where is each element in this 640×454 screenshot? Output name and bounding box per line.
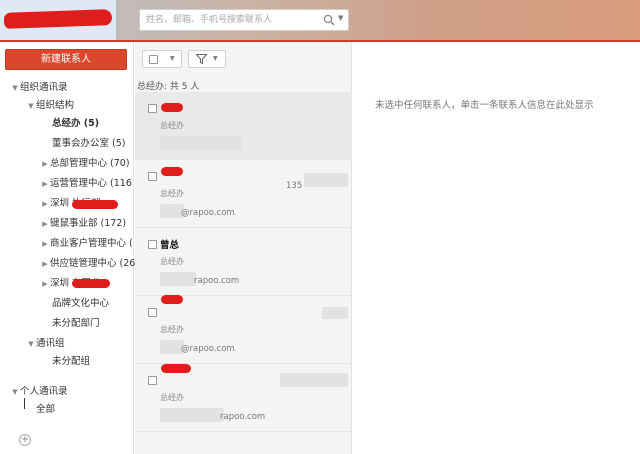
contact-email: rapoo.com <box>220 412 266 422</box>
tree-item-label: 通讯组 <box>36 338 65 349</box>
tree-item-label: 商业客户管理中心 ( <box>50 238 133 249</box>
redaction-mark <box>161 167 183 176</box>
blurred-phone <box>322 307 348 319</box>
expand-arrow-icon[interactable]: ▶ <box>40 196 50 212</box>
contact-dept: 总经办 <box>160 257 184 266</box>
contact-email: @rapoo.com <box>181 208 235 218</box>
tree-item-label: 董事会办公室 (5) <box>52 138 126 149</box>
blurred-email <box>160 272 196 286</box>
chevron-down-icon[interactable]: ▼ <box>213 55 218 62</box>
new-contact-button[interactable]: 新建联系人 <box>5 49 127 70</box>
tree-item-label: 总经办 (5) <box>52 118 100 129</box>
redaction-mark <box>161 364 191 373</box>
expand-arrow-icon[interactable]: ▶ <box>40 176 50 192</box>
contact-dept: 总经办 <box>160 393 184 402</box>
contact-phone: 135 <box>286 181 303 191</box>
expand-arrow-icon[interactable]: ▼ <box>10 384 20 400</box>
blurred-phone <box>280 373 348 387</box>
contact-email: rapoo.com <box>194 276 240 286</box>
tree-item-label: 供应链管理中心 (26 <box>50 258 136 269</box>
tree-item-label: 未分配部门 <box>52 318 100 329</box>
tree-item-label: 组织通讯录 <box>20 82 68 93</box>
contact-checkbox[interactable] <box>148 104 157 113</box>
contact-dept: 总经办 <box>160 325 184 334</box>
logo[interactable] <box>0 0 116 40</box>
contact-email: @rapoo.com <box>181 344 235 354</box>
expand-arrow-icon[interactable]: ▶ <box>40 156 50 172</box>
redaction-mark <box>3 9 113 29</box>
redaction-mark <box>72 200 118 209</box>
sidebar: 新建联系人 ▼ 组织通讯录 ▼ 组织结构 总经办 (5) 董事会办公室 (5) ▶ 总… <box>0 42 136 454</box>
top-header: ▼ <box>0 0 640 40</box>
tree-item-label: 未分配组 <box>52 356 91 367</box>
contact-item[interactable]: 总经办 @rapoo.com <box>135 295 352 364</box>
contact-checkbox[interactable] <box>148 240 157 249</box>
redaction-mark <box>161 103 183 112</box>
contact-checkbox[interactable] <box>148 308 157 317</box>
contact-item[interactable]: 总经办 <box>135 92 352 160</box>
add-icon[interactable]: + <box>19 434 31 446</box>
expand-arrow-icon[interactable]: ▼ <box>10 80 20 96</box>
expand-arrow-icon[interactable]: ▶ <box>40 276 50 292</box>
expand-arrow-icon[interactable]: ▼ <box>26 98 36 114</box>
expand-arrow-icon[interactable]: ▼ <box>26 336 36 352</box>
redaction-mark <box>161 295 183 304</box>
expand-arrow-icon[interactable]: ▶ <box>40 256 50 272</box>
tree-item-label: 品牌文化中心 <box>52 298 110 309</box>
contact-checkbox[interactable] <box>148 172 157 181</box>
blurred-email <box>160 136 242 150</box>
redaction-mark <box>72 279 110 288</box>
tree-item-label: 键鼠事业部 (172) <box>50 218 127 229</box>
contact-dept: 总经办 <box>160 189 184 198</box>
contact-item[interactable]: 曾总 总经办 rapoo.com <box>135 228 352 296</box>
text-cursor <box>24 398 25 409</box>
search-input[interactable] <box>146 13 316 27</box>
search-icon[interactable] <box>323 14 335 26</box>
tree-item-label: 总部管理中心 (70) <box>50 158 130 169</box>
expand-arrow-icon[interactable]: ▶ <box>40 236 50 252</box>
contact-item[interactable]: 总经办 rapoo.com <box>135 364 352 432</box>
search-box[interactable]: ▼ <box>139 9 349 31</box>
filter-icon[interactable] <box>196 54 207 64</box>
select-all-checkbox[interactable] <box>149 55 158 64</box>
blurred-phone <box>304 173 348 187</box>
tree-item-org-directory[interactable]: ▼ 组织通讯录 <box>10 80 144 96</box>
chevron-down-icon[interactable]: ▼ <box>338 14 343 22</box>
tree-item-label: 组织结构 <box>36 100 75 111</box>
contact-name: 曾总 <box>160 240 180 251</box>
tree-item-personal-directory[interactable]: ▼ 个人通讯录 <box>10 384 144 400</box>
blurred-email <box>160 408 224 422</box>
contact-detail-pane: 未选中任何联系人，单击一条联系人信息在此处显示 <box>353 42 640 454</box>
contact-checkbox[interactable] <box>148 376 157 385</box>
contact-dept: 总经办 <box>160 121 184 130</box>
tree-item-label: 运营管理中心 (116 <box>50 178 132 189</box>
contact-item[interactable]: 总经办 135 @rapoo.com <box>135 160 352 228</box>
list-count: 总经办: 共 5 人 <box>137 82 200 92</box>
tree-item-label: 全部 <box>36 404 56 415</box>
tree-item-label: 个人通讯录 <box>20 386 68 397</box>
empty-state-message: 未选中任何联系人，单击一条联系人信息在此处显示 <box>375 100 594 111</box>
contact-list-pane: ▼ ▼ 总经办: 共 5 人 总经办 总经办 135 @rapoo.com 曾总… <box>135 42 352 454</box>
filter-dropdown[interactable]: ▼ <box>188 50 226 68</box>
select-all-dropdown[interactable]: ▼ <box>142 50 182 68</box>
expand-arrow-icon[interactable]: ▶ <box>40 216 50 232</box>
chevron-down-icon[interactable]: ▼ <box>170 55 175 62</box>
